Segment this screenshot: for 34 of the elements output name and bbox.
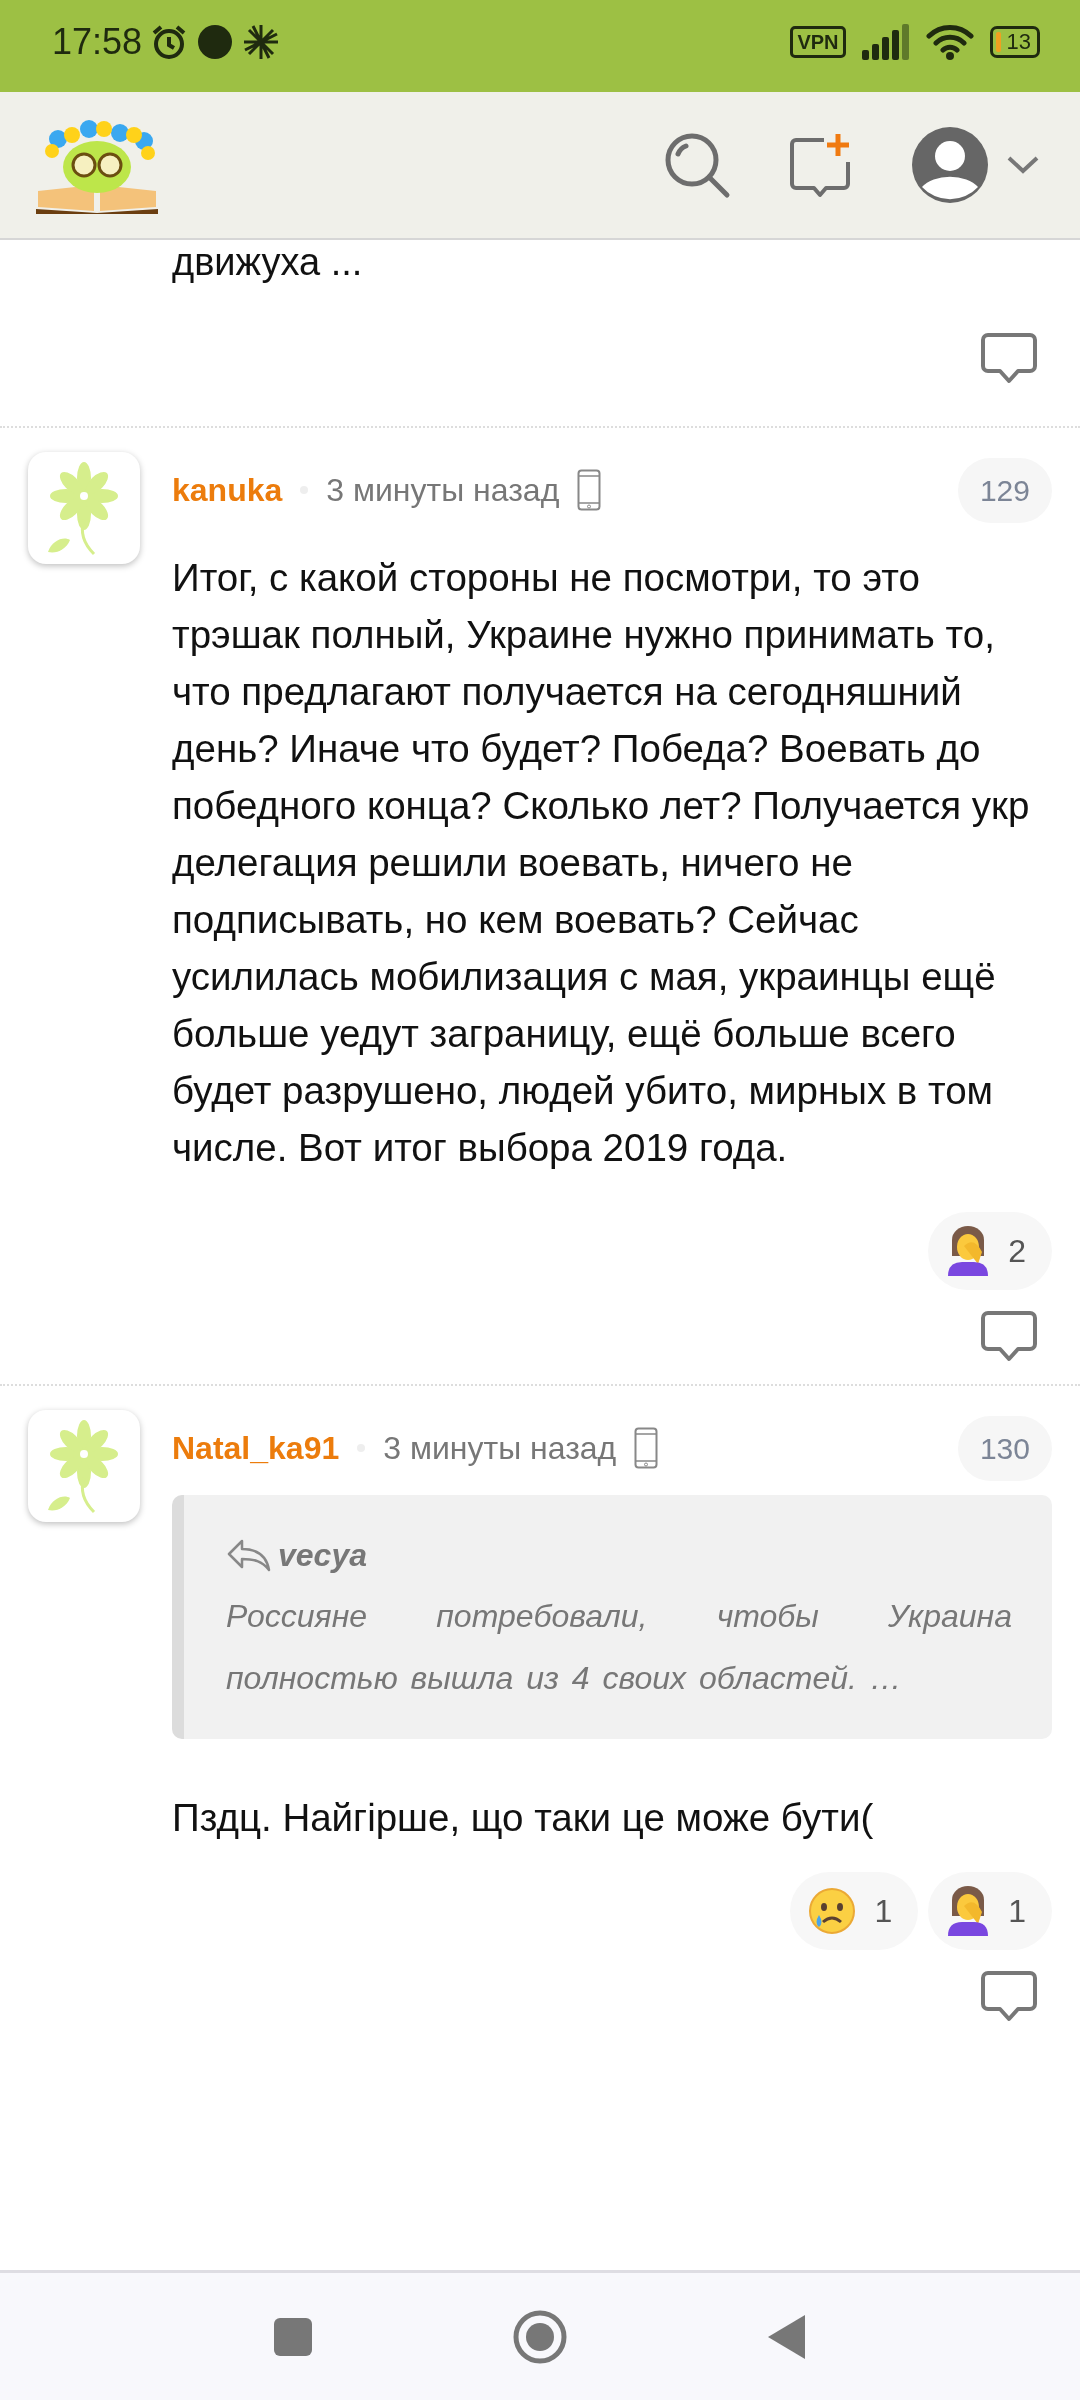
reaction-button[interactable]: 1 — [790, 1871, 919, 1950]
wifi-icon — [925, 23, 974, 61]
home-button[interactable] — [513, 2309, 567, 2364]
recents-button[interactable] — [273, 2316, 313, 2357]
sparkle-icon — [242, 23, 281, 61]
caret-icon — [1006, 155, 1040, 175]
reply-button[interactable] — [980, 1309, 1038, 1364]
avatar-icon — [910, 125, 990, 205]
reaction-button[interactable]: 2 — [928, 1211, 1052, 1290]
reply-arrow-icon — [226, 1537, 272, 1572]
dot-icon — [196, 23, 235, 61]
reply-button[interactable] — [980, 331, 1038, 386]
back-button[interactable] — [767, 2313, 807, 2360]
vpn-label: VPN — [790, 26, 846, 58]
battery-indicator: 13 — [989, 26, 1040, 58]
quote-author: vecya — [278, 1535, 367, 1575]
comment-number: 129 — [957, 457, 1052, 523]
reply-button[interactable] — [980, 1969, 1038, 2024]
account-menu-button[interactable] — [910, 125, 1040, 205]
person-facepalm-icon — [946, 1885, 991, 1936]
phone-icon — [577, 469, 602, 512]
comment-time: 3 минуты назад — [383, 1429, 617, 1469]
phone-icon — [634, 1427, 659, 1470]
comment-text: Пздц. Найгірше, що таки це може бути( — [172, 1794, 875, 1841]
reaction-button[interactable]: 1 — [928, 1871, 1052, 1950]
comment-time: 3 минуты назад — [326, 471, 560, 511]
clock-time: 17:58 — [52, 20, 143, 64]
quote-text: Россияне потребовали, чтобы Украина полностью вышла из 4 своих областей. … — [226, 1596, 1012, 1698]
comment-text: движуха ... — [171, 242, 364, 284]
signal-icon — [861, 24, 910, 60]
person-facepalm-icon — [946, 1225, 991, 1276]
comment-text: Итог, с какой стороны не посмотри, то это трэшак полный, Украине нужно принимать то, что предлагают получается на сегодняшний день? Иначе что будет? Победа? Воевать до победного конца? Сколько лет? Получается укр делегация решили воевать, ничего не подписывать, но кем воевать? Сейчас усилилась мобилизация с мая, украинцы ещё больше уедут заграницу, ещё больше всего будет разрушено, людей убито, мирных в том числе. Вот итог выбора 2019 года. — [172, 554, 1031, 1171]
crying-face-icon — [808, 1886, 857, 1935]
comment-number: 130 — [957, 1415, 1052, 1481]
